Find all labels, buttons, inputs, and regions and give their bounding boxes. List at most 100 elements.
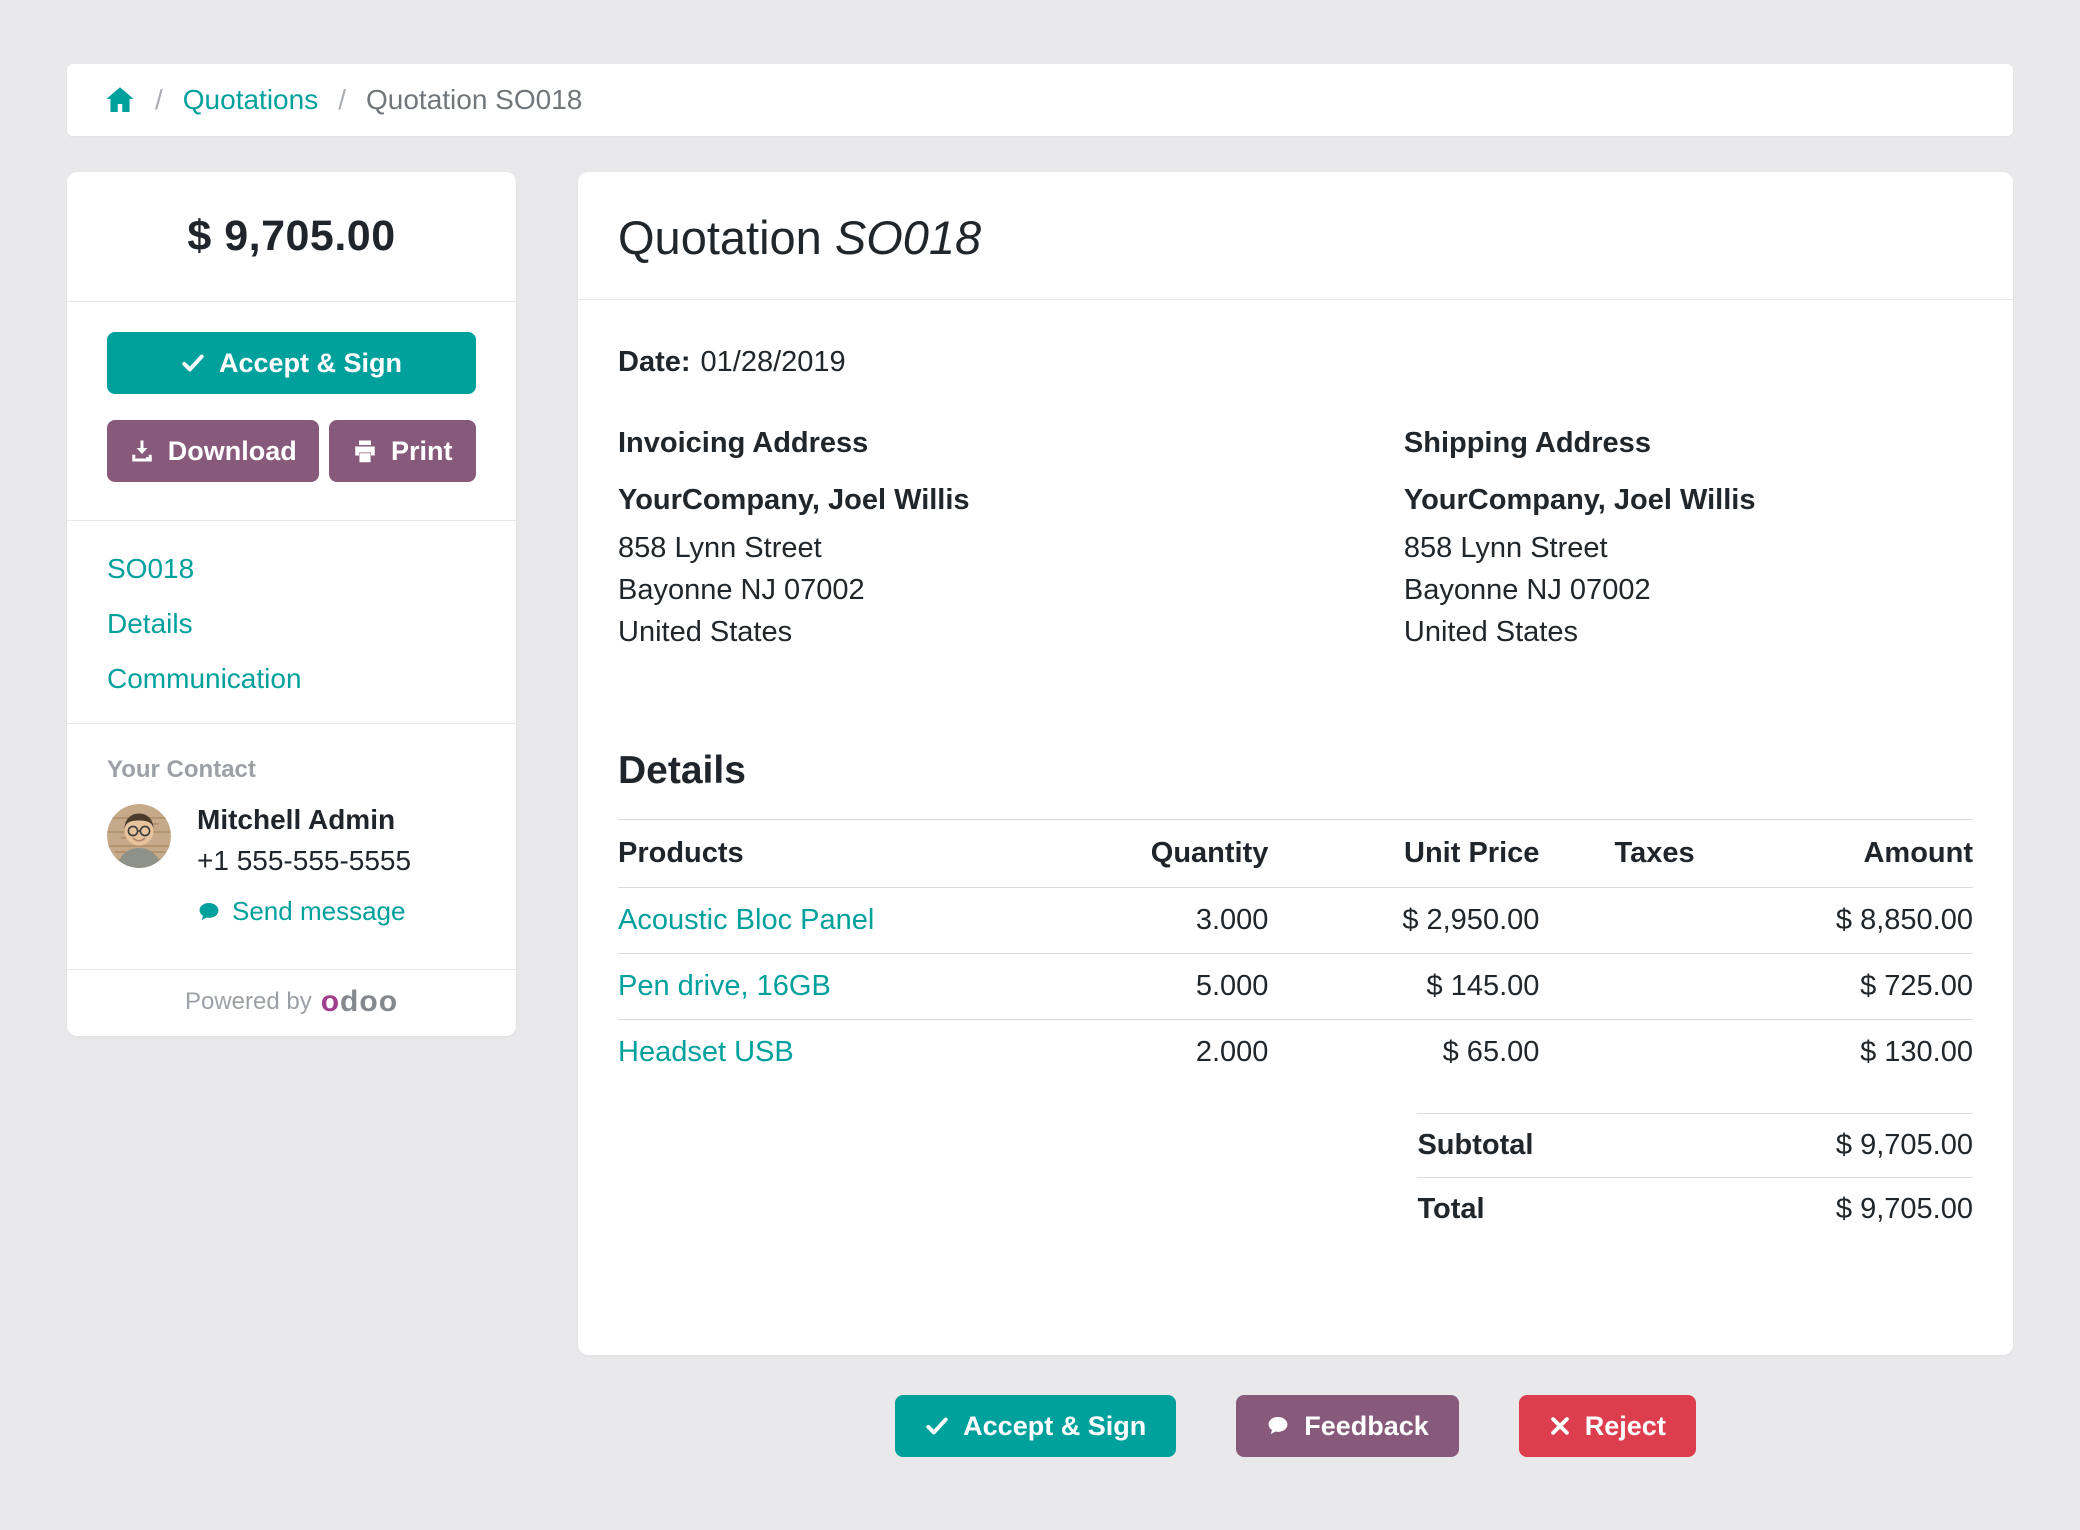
contact-section: Your Contact Mitchell Admin +1 555-555-5…: [67, 724, 516, 970]
feedback-button[interactable]: Feedback: [1236, 1395, 1459, 1457]
sidebar-item-details[interactable]: Details: [107, 608, 476, 640]
download-icon: [130, 439, 154, 463]
addresses: Invoicing Address YourCompany, Joel Will…: [618, 427, 1973, 653]
subtotal-row: Subtotal $ 9,705.00: [1417, 1113, 1973, 1177]
total-value: $ 9,705.00: [1835, 1193, 1973, 1225]
cell-unit-price: $ 65.00: [1442, 1036, 1540, 1068]
shipping-address-heading: Shipping Address: [1403, 427, 1651, 459]
sidebar-nav: SO018 Details Communication: [67, 521, 516, 724]
breadcrumb: / Quotations / Quotation SO018: [67, 64, 2013, 136]
sidebar-card: $ 9,705.00 Accept & Sign Download Print …: [67, 172, 516, 1036]
date-label: Date:: [618, 346, 691, 378]
print-icon: [353, 439, 377, 463]
cell-amount: $ 8,850.00: [1769, 887, 1973, 954]
cell-amount: $ 725.00: [1769, 953, 1973, 1020]
shipping-address-street: 858 Lynn Street: [1403, 532, 1608, 564]
invoicing-address: Invoicing Address YourCompany, Joel Will…: [618, 427, 1404, 653]
cell-amount: $ 130.00: [1860, 1036, 1973, 1068]
chat-bubble-icon: [1266, 1414, 1290, 1438]
table-header-row: Products Quantity Unit Price Taxes Amoun…: [618, 819, 1973, 888]
download-print-row: Download Print: [107, 420, 476, 482]
powered-by-label: Powered by: [184, 987, 312, 1015]
powered-by: Powered by odoo: [67, 970, 516, 1036]
product-link[interactable]: Acoustic Bloc Panel: [618, 904, 874, 936]
odoo-logo[interactable]: odoo: [321, 985, 398, 1018]
accept-sign-button-bottom[interactable]: Accept & Sign: [895, 1395, 1177, 1457]
contact-name: Mitchell Admin: [197, 804, 396, 835]
footer-actions: Accept & Sign Feedback Reject: [578, 1395, 2013, 1457]
column-header-taxes: Taxes: [1539, 819, 1770, 888]
invoicing-address-city: Bayonne NJ 07002: [618, 574, 865, 606]
cell-quantity: 2.000: [1195, 1036, 1269, 1068]
reject-label: Reject: [1584, 1410, 1666, 1441]
shipping-address: Shipping Address YourCompany, Joel Willi…: [1404, 427, 1973, 653]
cell-taxes: [1539, 953, 1770, 1020]
contact-heading: Your Contact: [107, 756, 256, 783]
total-row: Total $ 9,705.00: [1417, 1177, 1973, 1241]
odoo-logo-first-letter: o: [320, 984, 341, 1018]
subtotal-label: Subtotal: [1417, 1129, 1534, 1161]
subtotal-value: $ 9,705.00: [1835, 1129, 1973, 1161]
send-message-label: Send message: [232, 896, 406, 926]
breadcrumb-separator: /: [155, 84, 163, 115]
accept-sign-bottom-label: Accept & Sign: [963, 1410, 1147, 1441]
avatar: [107, 804, 171, 868]
check-icon: [925, 1414, 949, 1438]
cell-taxes: [1539, 887, 1770, 954]
product-link[interactable]: Headset USB: [618, 1036, 794, 1068]
accept-sign-label: Accept & Sign: [218, 347, 403, 378]
shipping-address-city: Bayonne NJ 07002: [1403, 574, 1651, 606]
column-header-unit-price: Unit Price: [1268, 819, 1540, 888]
invoicing-address-country: United States: [618, 616, 793, 648]
total-label: Total: [1417, 1193, 1485, 1225]
table-row: Pen drive, 16GB 5.000 $ 145.00 $ 725.00: [618, 953, 1973, 1020]
cell-quantity: 3.000: [1105, 887, 1269, 954]
breadcrumb-current: Quotation SO018: [365, 84, 583, 115]
shipping-address-country: United States: [1403, 616, 1578, 648]
quotation-card: Quotation SO018 Date: 01/28/2019 Invoicin…: [578, 172, 2013, 1355]
invoicing-address-street: 858 Lynn Street: [618, 532, 822, 564]
product-link[interactable]: Pen drive, 16GB: [618, 970, 831, 1002]
column-header-amount: Amount: [1769, 819, 1973, 888]
x-icon: [1549, 1415, 1571, 1437]
invoicing-address-heading: Invoicing Address: [618, 427, 869, 459]
home-icon[interactable]: [105, 85, 135, 115]
cell-taxes: [1539, 1020, 1769, 1086]
page-title-prefix: Quotation: [618, 211, 835, 264]
table-row: Acoustic Bloc Panel 3.000 $ 2,950.00 $ 8…: [618, 887, 1973, 954]
quotation-date: Date: 01/28/2019: [618, 346, 1973, 379]
shipping-address-name: YourCompany, Joel Willis: [1403, 484, 1756, 516]
print-label: Print: [390, 435, 453, 466]
print-button[interactable]: Print: [329, 420, 476, 482]
sidebar-actions: Accept & Sign Download Print: [67, 302, 516, 521]
chat-bubble-icon: [197, 900, 221, 924]
table-row: Headset USB 2.000 $ 65.00 $ 130.00: [618, 1020, 1973, 1086]
sidebar-item-so018[interactable]: SO018: [107, 553, 476, 585]
breadcrumb-quotations-link[interactable]: Quotations: [183, 84, 318, 116]
content-layout: $ 9,705.00 Accept & Sign Download Print …: [67, 172, 2013, 1355]
accept-sign-button[interactable]: Accept & Sign: [107, 332, 476, 394]
quotation-total-amount: $ 9,705.00: [67, 172, 516, 302]
totals-block: Subtotal $ 9,705.00 Total $ 9,705.00: [1417, 1113, 1973, 1241]
feedback-label: Feedback: [1304, 1410, 1429, 1441]
page-title: Quotation SO018: [578, 172, 2013, 300]
cell-unit-price: $ 2,950.00: [1268, 887, 1540, 954]
sidebar-item-communication[interactable]: Communication: [107, 663, 476, 695]
odoo-logo-rest: doo: [340, 984, 399, 1018]
details-section-heading: Details: [618, 749, 746, 792]
reject-button[interactable]: Reject: [1518, 1395, 1696, 1457]
check-icon: [181, 351, 205, 375]
order-lines-table: Products Quantity Unit Price Taxes Amoun…: [618, 819, 1973, 1085]
column-header-quantity: Quantity: [1105, 819, 1269, 888]
invoicing-address-name: YourCompany, Joel Willis: [618, 484, 970, 516]
date-value: 01/28/2019: [700, 346, 846, 378]
page-title-reference: SO018: [834, 211, 982, 264]
cell-unit-price: $ 145.00: [1268, 953, 1540, 1020]
download-label: Download: [167, 435, 297, 466]
column-header-products: Products: [618, 819, 1106, 888]
contact-phone: +1 555-555-5555: [197, 845, 412, 876]
cell-quantity: 5.000: [1105, 953, 1269, 1020]
send-message-link[interactable]: Send message: [197, 896, 405, 927]
download-button[interactable]: Download: [107, 420, 320, 482]
breadcrumb-separator: /: [338, 84, 346, 115]
